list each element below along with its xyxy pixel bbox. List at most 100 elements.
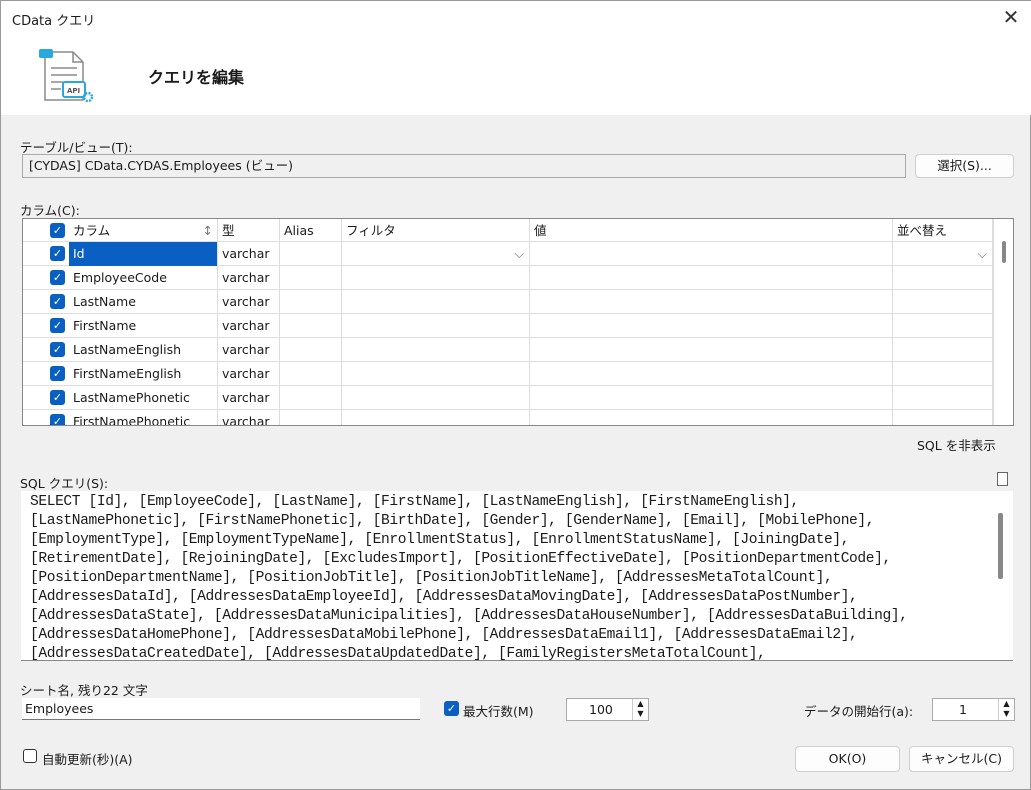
window-title: CData クエリ xyxy=(12,14,96,29)
sql-line: SELECT [Id], [EmployeeCode], [LastName],… xyxy=(30,494,799,510)
document-icon[interactable] xyxy=(997,472,1008,486)
svg-text:API: API xyxy=(67,87,80,95)
auto-refresh-checkbox[interactable] xyxy=(23,749,37,763)
chevron-down-icon[interactable]: ⌵ xyxy=(978,242,987,265)
alias-cell[interactable] xyxy=(280,362,342,386)
sort-cell[interactable] xyxy=(893,386,993,410)
header-type[interactable]: 型 xyxy=(218,219,280,243)
close-button[interactable]: ✕ xyxy=(998,5,1024,29)
start-row-value: 1 xyxy=(959,702,967,717)
hide-sql-link[interactable]: SQL を非表示 xyxy=(917,435,996,454)
row-checkbox[interactable]: ✓ xyxy=(50,414,65,425)
table-view-field[interactable]: [CYDAS] CData.CYDAS.Employees (ビュー) xyxy=(22,154,906,178)
value-cell[interactable] xyxy=(530,314,893,338)
row-checkbox[interactable]: ✓ xyxy=(50,342,65,357)
select-button[interactable]: 選択(S)... xyxy=(915,154,1014,178)
header-alias[interactable]: Alias xyxy=(280,219,342,243)
cancel-button[interactable]: キャンセル(C) xyxy=(909,746,1014,772)
sort-cell[interactable] xyxy=(893,338,993,362)
table-row[interactable]: ✓ FirstNameEnglish varchar xyxy=(23,362,993,386)
column-type: varchar xyxy=(218,242,280,266)
row-checkbox[interactable]: ✓ xyxy=(50,318,65,333)
sql-label: SQL クエリ(S): xyxy=(20,476,109,491)
value-cell[interactable] xyxy=(530,266,893,290)
sort-cell[interactable] xyxy=(893,362,993,386)
filter-cell[interactable] xyxy=(342,410,530,425)
select-all-checkbox[interactable]: ✓ xyxy=(50,223,65,238)
table-row[interactable]: ✓ LastNamePhonetic varchar xyxy=(23,386,993,410)
table-row[interactable]: ✓ EmployeeCode varchar xyxy=(23,266,993,290)
ok-button[interactable]: OK(O) xyxy=(795,746,900,772)
column-name[interactable]: Id xyxy=(69,242,218,266)
column-name[interactable]: FirstNameEnglish xyxy=(69,362,218,386)
alias-cell[interactable] xyxy=(280,338,342,362)
header-filter[interactable]: フィルタ xyxy=(342,219,530,243)
header-sort[interactable]: 並べ替え xyxy=(893,219,993,243)
sort-cell[interactable] xyxy=(893,290,993,314)
max-rows-checkbox[interactable]: ✓ xyxy=(444,701,459,716)
columns-label: カラム(C): xyxy=(20,203,80,218)
value-cell[interactable] xyxy=(530,386,893,410)
value-cell[interactable] xyxy=(530,242,893,266)
alias-cell[interactable] xyxy=(280,386,342,410)
filter-cell[interactable] xyxy=(342,362,530,386)
column-name[interactable]: EmployeeCode xyxy=(69,266,218,290)
grid-header: ✓ カラム ↕ 型 Alias フィルタ 値 並べ替え xyxy=(23,219,993,243)
grid-scrollbar[interactable] xyxy=(993,219,1013,425)
filter-cell[interactable] xyxy=(342,314,530,338)
table-row[interactable]: ✓ LastName varchar xyxy=(23,290,993,314)
sql-line: [AddressesDataState], [AddressesDataMuni… xyxy=(30,608,908,624)
sort-cell[interactable] xyxy=(893,266,993,290)
spin-arrows-icon[interactable]: ▲ ▼ xyxy=(998,699,1014,720)
filter-cell[interactable] xyxy=(342,338,530,362)
filter-cell[interactable] xyxy=(342,290,530,314)
value-cell[interactable] xyxy=(530,338,893,362)
row-checkbox[interactable]: ✓ xyxy=(50,246,65,261)
start-row-spinner[interactable]: 1 ▲ ▼ xyxy=(932,698,1015,721)
sheet-name-label: シート名, 残り22 文字 xyxy=(20,683,148,698)
sql-line: [AddressesDataHomePhone], [AddressesData… xyxy=(30,627,858,643)
alias-cell[interactable] xyxy=(280,242,342,266)
alias-cell[interactable] xyxy=(280,266,342,290)
max-rows-spinner[interactable]: 100 ▲ ▼ xyxy=(566,698,649,721)
column-name[interactable]: FirstName xyxy=(69,314,218,338)
sort-cell[interactable] xyxy=(893,314,993,338)
sort-cell[interactable] xyxy=(893,410,993,425)
header-column[interactable]: カラム ↕ xyxy=(69,219,218,243)
column-type: varchar xyxy=(218,290,280,314)
spin-arrows-icon[interactable]: ▲ ▼ xyxy=(632,699,648,720)
alias-cell[interactable] xyxy=(280,410,342,425)
row-checkbox[interactable]: ✓ xyxy=(50,270,65,285)
value-cell[interactable] xyxy=(530,290,893,314)
column-type: varchar xyxy=(218,362,280,386)
row-checkbox[interactable]: ✓ xyxy=(50,294,65,309)
filter-cell[interactable] xyxy=(342,386,530,410)
table-row[interactable]: ✓ FirstName varchar xyxy=(23,314,993,338)
row-checkbox[interactable]: ✓ xyxy=(50,390,65,405)
header-column-label: カラム xyxy=(73,223,111,238)
chevron-down-icon[interactable]: ⌵ xyxy=(515,242,524,265)
table-row[interactable]: ✓ LastNameEnglish varchar xyxy=(23,338,993,362)
sort-cell[interactable]: ⌵ xyxy=(893,242,993,266)
alias-cell[interactable] xyxy=(280,290,342,314)
table-row[interactable]: ✓ Id varchar ⌵ ⌵ xyxy=(23,242,993,266)
column-name[interactable]: LastNamePhonetic xyxy=(69,386,218,410)
alias-cell[interactable] xyxy=(280,314,342,338)
column-name[interactable]: LastName xyxy=(69,290,218,314)
sql-editor[interactable]: SELECT [Id], [EmployeeCode], [LastName],… xyxy=(21,491,1013,661)
column-type: varchar xyxy=(218,314,280,338)
column-type: varchar xyxy=(218,410,280,425)
max-rows-value: 100 xyxy=(589,702,613,717)
header-value[interactable]: 値 xyxy=(530,219,893,243)
column-name[interactable]: FirstNamePhonetic xyxy=(69,410,218,425)
filter-cell[interactable]: ⌵ xyxy=(342,242,530,266)
column-name[interactable]: LastNameEnglish xyxy=(69,338,218,362)
sheet-name-input[interactable]: Employees xyxy=(22,698,420,720)
value-cell[interactable] xyxy=(530,410,893,425)
sql-scrollbar[interactable] xyxy=(998,513,1003,579)
filter-cell[interactable] xyxy=(342,266,530,290)
value-cell[interactable] xyxy=(530,362,893,386)
max-rows-label: 最大行数(M) xyxy=(463,704,534,719)
row-checkbox[interactable]: ✓ xyxy=(50,366,65,381)
table-row[interactable]: ✓ FirstNamePhonetic varchar xyxy=(23,410,993,425)
